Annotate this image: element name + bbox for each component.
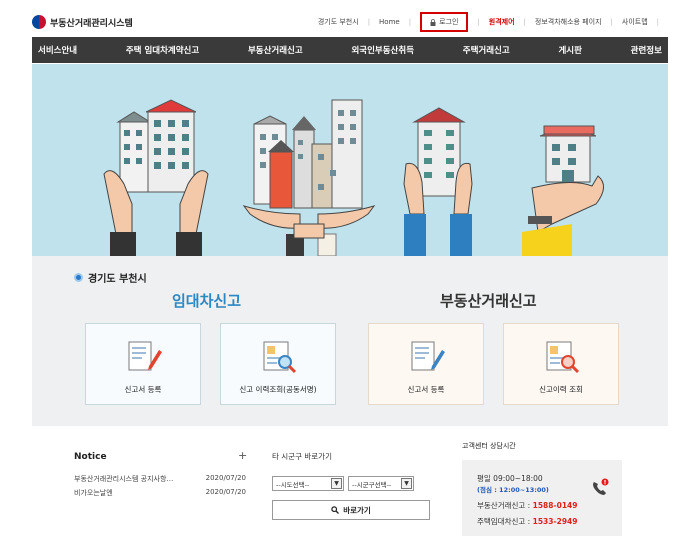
- region-indicator: 경기도 부천시: [74, 270, 147, 285]
- trade-register-card[interactable]: 신고서 등록: [368, 323, 484, 405]
- lock-icon: [430, 18, 436, 26]
- chevron-down-icon: ▼: [331, 478, 342, 489]
- divider: |: [523, 18, 526, 26]
- notice-item-title: 비가오는날엔: [74, 489, 113, 497]
- sido-select-value: --시도선택--: [276, 480, 310, 489]
- document-search-icon: [546, 341, 580, 374]
- site-name: 부동산거래관리시스템: [50, 18, 133, 29]
- chevron-down-icon: ▼: [401, 478, 412, 489]
- document-pencil-icon: [128, 341, 162, 371]
- notice-title: Notice: [74, 452, 107, 462]
- page: 부동산거래관리시스템 경기도 부천시 | Home | 로그인 | 원격제어 |…: [0, 0, 700, 547]
- trade-phone-number: 1588-0149: [532, 501, 578, 510]
- login-button[interactable]: 로그인: [420, 12, 469, 32]
- main-nav: 서비스안내 주택 임대차계약신고 부동산거래신고 외국인부동산취득 주택거래신고…: [32, 37, 668, 63]
- trade-phone-line: 부동산거래신고 : 1588-0149: [477, 500, 577, 511]
- trade-phone-label: 부동산거래신고 :: [477, 501, 531, 510]
- lease-phone-line: 주택임대차신고 : 1533-2949: [477, 516, 577, 527]
- notice-item-title: 부동산거래관리시스템 공지사항…: [74, 475, 174, 483]
- customer-center-box: 평일 09:00~18:00 (점심 : 12:00~13:00) 부동산거래신…: [462, 460, 622, 536]
- sitemap-link[interactable]: 사이트맵: [622, 17, 648, 27]
- search-icon: [331, 506, 340, 514]
- go-button[interactable]: 바로가기: [272, 500, 430, 520]
- sigungu-select[interactable]: --시군구선택-- ▼: [348, 476, 414, 491]
- site-logo[interactable]: 부동산거래관리시스템: [32, 15, 133, 29]
- divider: |: [477, 18, 480, 26]
- lease-phone-label: 주택임대차신고 :: [477, 517, 531, 526]
- customer-center-title: 고객센터 상담시간: [462, 442, 516, 450]
- region-dot-icon: [74, 273, 83, 282]
- divider: |: [408, 18, 412, 26]
- lunch-hours: (점심 : 12:00~13:00): [477, 486, 549, 494]
- trade-report-title: 부동산거래신고: [440, 292, 537, 310]
- quick-move-title: 타 시군구 바로가기: [272, 452, 332, 461]
- trade-history-card[interactable]: 신고이력 조회: [503, 323, 619, 405]
- top-utility-bar: 부동산거래관리시스템 경기도 부천시 | Home | 로그인 | 원격제어 |…: [32, 10, 668, 34]
- divider: |: [610, 18, 613, 26]
- notice-item-date: 2020/07/20: [205, 488, 246, 496]
- region-link[interactable]: 경기도 부천시: [318, 17, 359, 27]
- nav-board[interactable]: 게시판: [558, 44, 581, 56]
- nav-lease-report[interactable]: 주택 임대차계약신고: [126, 44, 199, 56]
- hero-banner: [32, 64, 668, 256]
- divider: |: [367, 18, 371, 26]
- nav-related-info[interactable]: 관련정보: [631, 44, 662, 56]
- accessibility-page-link[interactable]: 정보격차해소용 페이지: [535, 17, 602, 27]
- lease-history-card[interactable]: 신고 이력조회(공동서명): [220, 323, 336, 405]
- home-link[interactable]: Home: [379, 18, 400, 26]
- phone-icon: [593, 478, 609, 495]
- notice-item[interactable]: 부동산거래관리시스템 공지사항… 2020/07/20: [74, 474, 246, 484]
- trade-register-label: 신고서 등록: [407, 385, 445, 394]
- government-emblem-icon: [32, 15, 46, 29]
- login-label: 로그인: [439, 18, 459, 26]
- service-area: 경기도 부천시 임대차신고 부동산거래신고 신고서 등록 신고 이력조회(공동서…: [32, 256, 668, 426]
- sido-select[interactable]: --시도선택-- ▼: [272, 476, 344, 491]
- lease-history-label: 신고 이력조회(공동서명): [239, 385, 317, 394]
- nav-housing-trade[interactable]: 주택거래신고: [463, 44, 510, 56]
- notice-more-button[interactable]: +: [238, 449, 247, 462]
- document-pencil-icon: [411, 341, 445, 371]
- utility-links: 경기도 부천시 | Home | 로그인 | 원격제어 | 정보격차해소용 페이…: [318, 12, 668, 32]
- hands-holding-buildings-illustration: [103, 99, 604, 256]
- region-name: 경기도 부천시: [88, 274, 147, 285]
- notice-item-date: 2020/07/20: [205, 474, 246, 482]
- nav-service-guide[interactable]: 서비스안내: [38, 44, 77, 56]
- lease-report-title: 임대차신고: [172, 292, 242, 310]
- lease-register-label: 신고서 등록: [124, 385, 162, 394]
- trade-history-label: 신고이력 조회: [539, 385, 583, 394]
- nav-foreigner-acquisition[interactable]: 외국인부동산취득: [351, 44, 414, 56]
- notice-item[interactable]: 비가오는날엔 2020/07/20: [74, 488, 246, 498]
- go-button-label: 바로가기: [343, 505, 371, 515]
- nav-trade-report[interactable]: 부동산거래신고: [248, 44, 303, 56]
- remote-control-link[interactable]: 원격제어: [489, 17, 515, 27]
- sigungu-select-value: --시군구선택--: [352, 480, 392, 489]
- lease-register-card[interactable]: 신고서 등록: [85, 323, 201, 405]
- lease-phone-number: 1533-2949: [532, 517, 578, 526]
- divider: |: [656, 18, 659, 26]
- business-hours: 평일 09:00~18:00: [477, 474, 543, 483]
- document-search-icon: [263, 341, 297, 374]
